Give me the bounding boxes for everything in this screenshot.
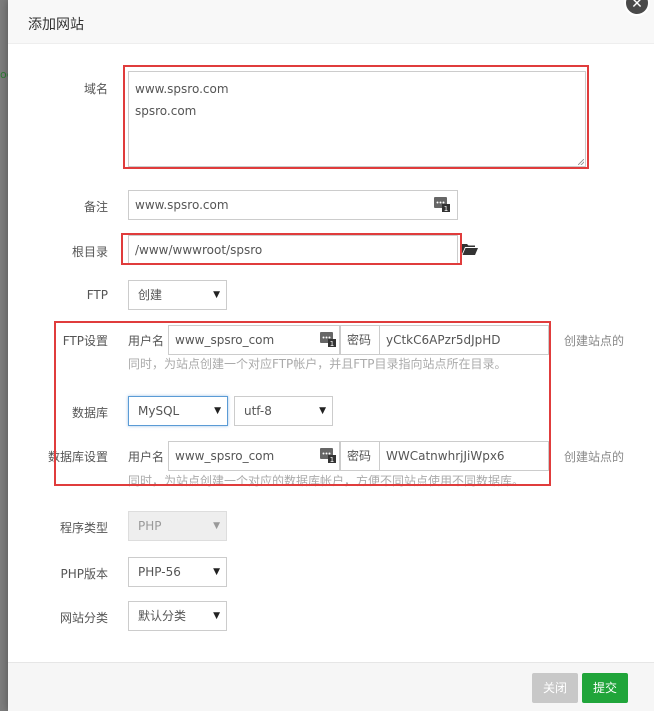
ftp-password-input[interactable]: yCtkC6APzr5dJpHD [379,325,549,355]
svg-text:1: 1 [444,205,448,213]
svg-text:1: 1 [330,340,334,348]
db-username-input[interactable]: www_spsro_com [168,441,340,471]
database-charset-selected: utf-8 [244,404,272,418]
site-category-label: 网站分类 [59,611,108,625]
resize-grip-icon[interactable] [578,159,584,165]
php-version-selected: PHP-56 [138,565,181,579]
ftp-side-note: 创建站点的 [564,334,625,348]
svg-text:1: 1 [330,456,334,464]
ftp-settings-label: FTP设置 [62,334,108,348]
ftp-password-label: 密码 [347,333,372,347]
domain-line-2: spsro.com [135,104,197,118]
chevron-down-icon: ▼ [214,406,221,416]
program-type-select: PHP ▼ [128,511,227,541]
db-password-label: 密码 [347,449,372,463]
submit-button[interactable]: 提交 [582,673,628,703]
db-password-label-box: 密码 [340,441,380,471]
backdrop [0,0,8,711]
php-version-label: PHP版本 [60,567,109,581]
db-username-label: 用户名 [128,450,165,464]
db-username-generator-icon[interactable]: 1 [319,446,337,464]
ftp-password-value: yCtkC6APzr5dJpHD [386,333,501,347]
remark-input[interactable]: www.spsro.com [128,190,458,220]
database-type-selected: MySQL [138,404,180,418]
db-username-value: www_spsro_com [175,449,275,463]
add-site-dialog: 添加网站 域名 www.spsro.com spsro.com 备注 www.s… [8,0,654,711]
chevron-down-icon: ▼ [213,290,220,300]
domain-line-1: www.spsro.com [135,82,229,96]
ftp-username-generator-icon[interactable]: 1 [319,330,337,348]
db-password-input[interactable]: WWCatnwhrjJiWpx6 [379,441,549,471]
domain-label: 域名 [83,82,108,96]
remark-value: www.spsro.com [135,198,229,212]
database-label: 数据库 [71,406,108,420]
site-category-select[interactable]: 默认分类 ▼ [128,601,227,631]
site-category-selected: 默认分类 [138,609,187,623]
program-type-selected: PHP [138,519,162,533]
ftp-select[interactable]: 创建 ▼ [128,280,227,310]
ftp-label: FTP [86,288,108,302]
remark-generator-icon[interactable]: 1 [433,195,451,213]
chevron-down-icon: ▼ [213,521,220,531]
dialog-footer: 关闭 提交 [8,662,654,711]
root-dir-label: 根目录 [71,245,108,259]
chevron-down-icon: ▼ [319,406,326,416]
db-settings-label: 数据库设置 [47,450,108,464]
db-side-note: 创建站点的 [564,450,625,464]
program-type-label: 程序类型 [59,521,108,535]
ftp-username-input[interactable]: www_spsro_com [168,325,340,355]
database-charset-select[interactable]: utf-8 ▼ [234,396,333,426]
folder-open-icon[interactable] [462,243,478,255]
remark-label: 备注 [83,200,108,214]
dialog-title: 添加网站 [28,17,84,33]
dialog-header: 添加网站 [8,0,654,44]
ftp-password-label-box: 密码 [340,325,380,355]
ftp-selected: 创建 [138,288,163,302]
database-type-select[interactable]: MySQL ▼ [128,396,228,426]
chevron-down-icon: ▼ [213,567,220,577]
php-version-select[interactable]: PHP-56 ▼ [128,557,227,587]
ftp-hint: 同时，为站点创建一个对应FTP帐户，并且FTP目录指向站点所在目录。 [128,357,507,371]
close-button[interactable]: 关闭 [532,673,578,703]
ftp-username-label: 用户名 [128,334,165,348]
backdrop-text-fragment: oc [0,68,8,81]
root-dir-value: /www/wwwroot/spsro [135,243,263,257]
ftp-username-value: www_spsro_com [175,333,275,347]
domain-textarea[interactable]: www.spsro.com spsro.com [128,71,586,167]
root-dir-input[interactable]: /www/wwwroot/spsro [128,235,458,265]
chevron-down-icon: ▼ [213,611,220,621]
db-hint: 同时，为站点创建一个对应的数据库帐户，方便不同站点使用不同数据库。 [128,474,525,488]
db-password-value: WWCatnwhrjJiWpx6 [386,449,505,463]
